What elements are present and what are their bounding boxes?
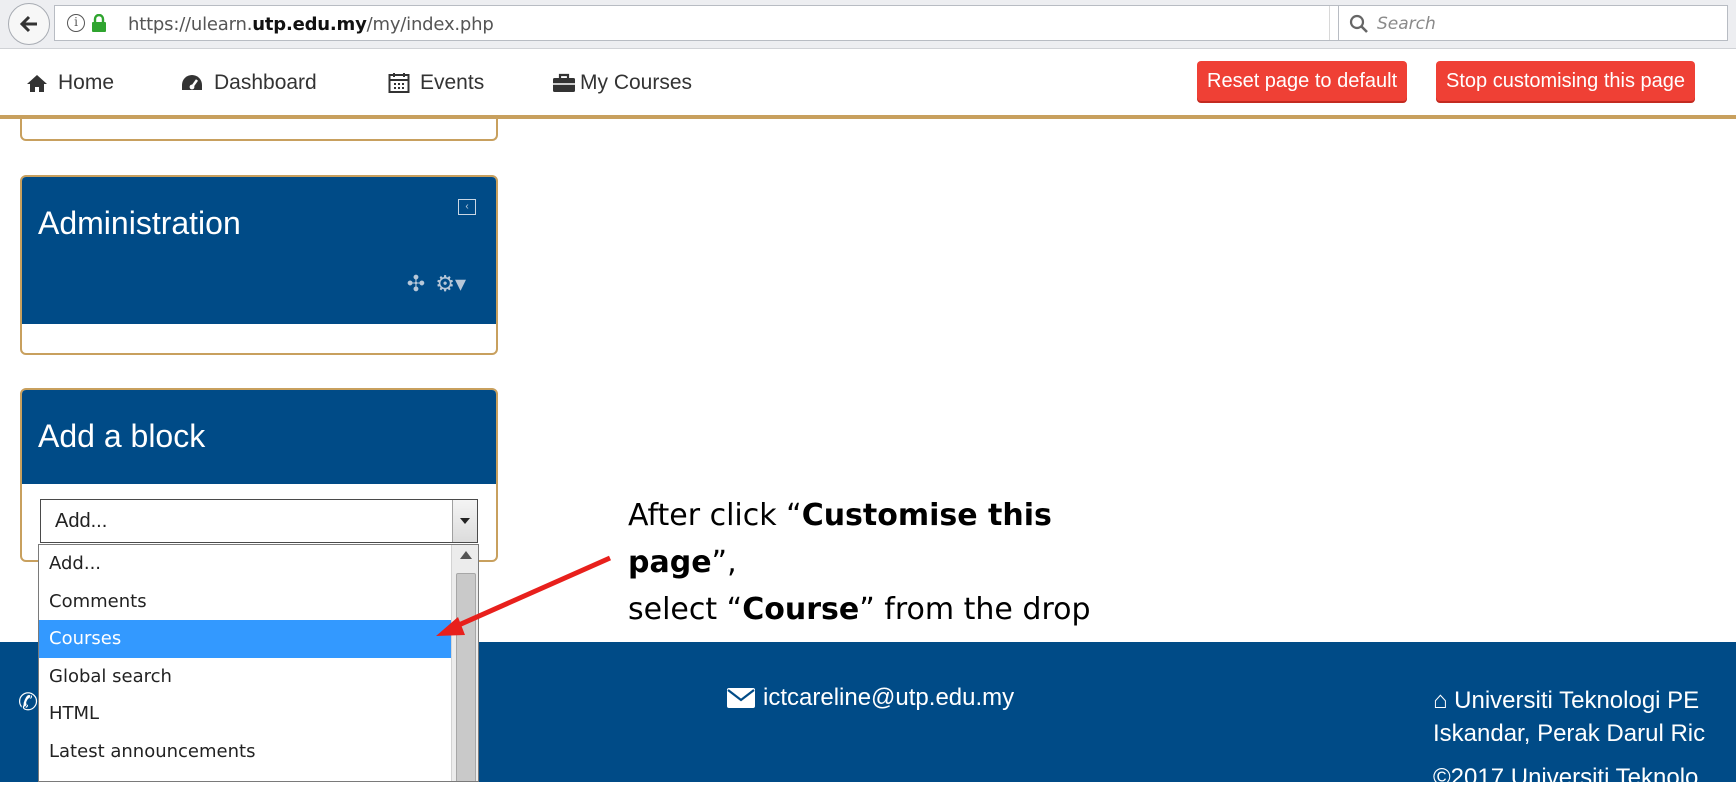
annotation-arrow: [436, 555, 612, 636]
